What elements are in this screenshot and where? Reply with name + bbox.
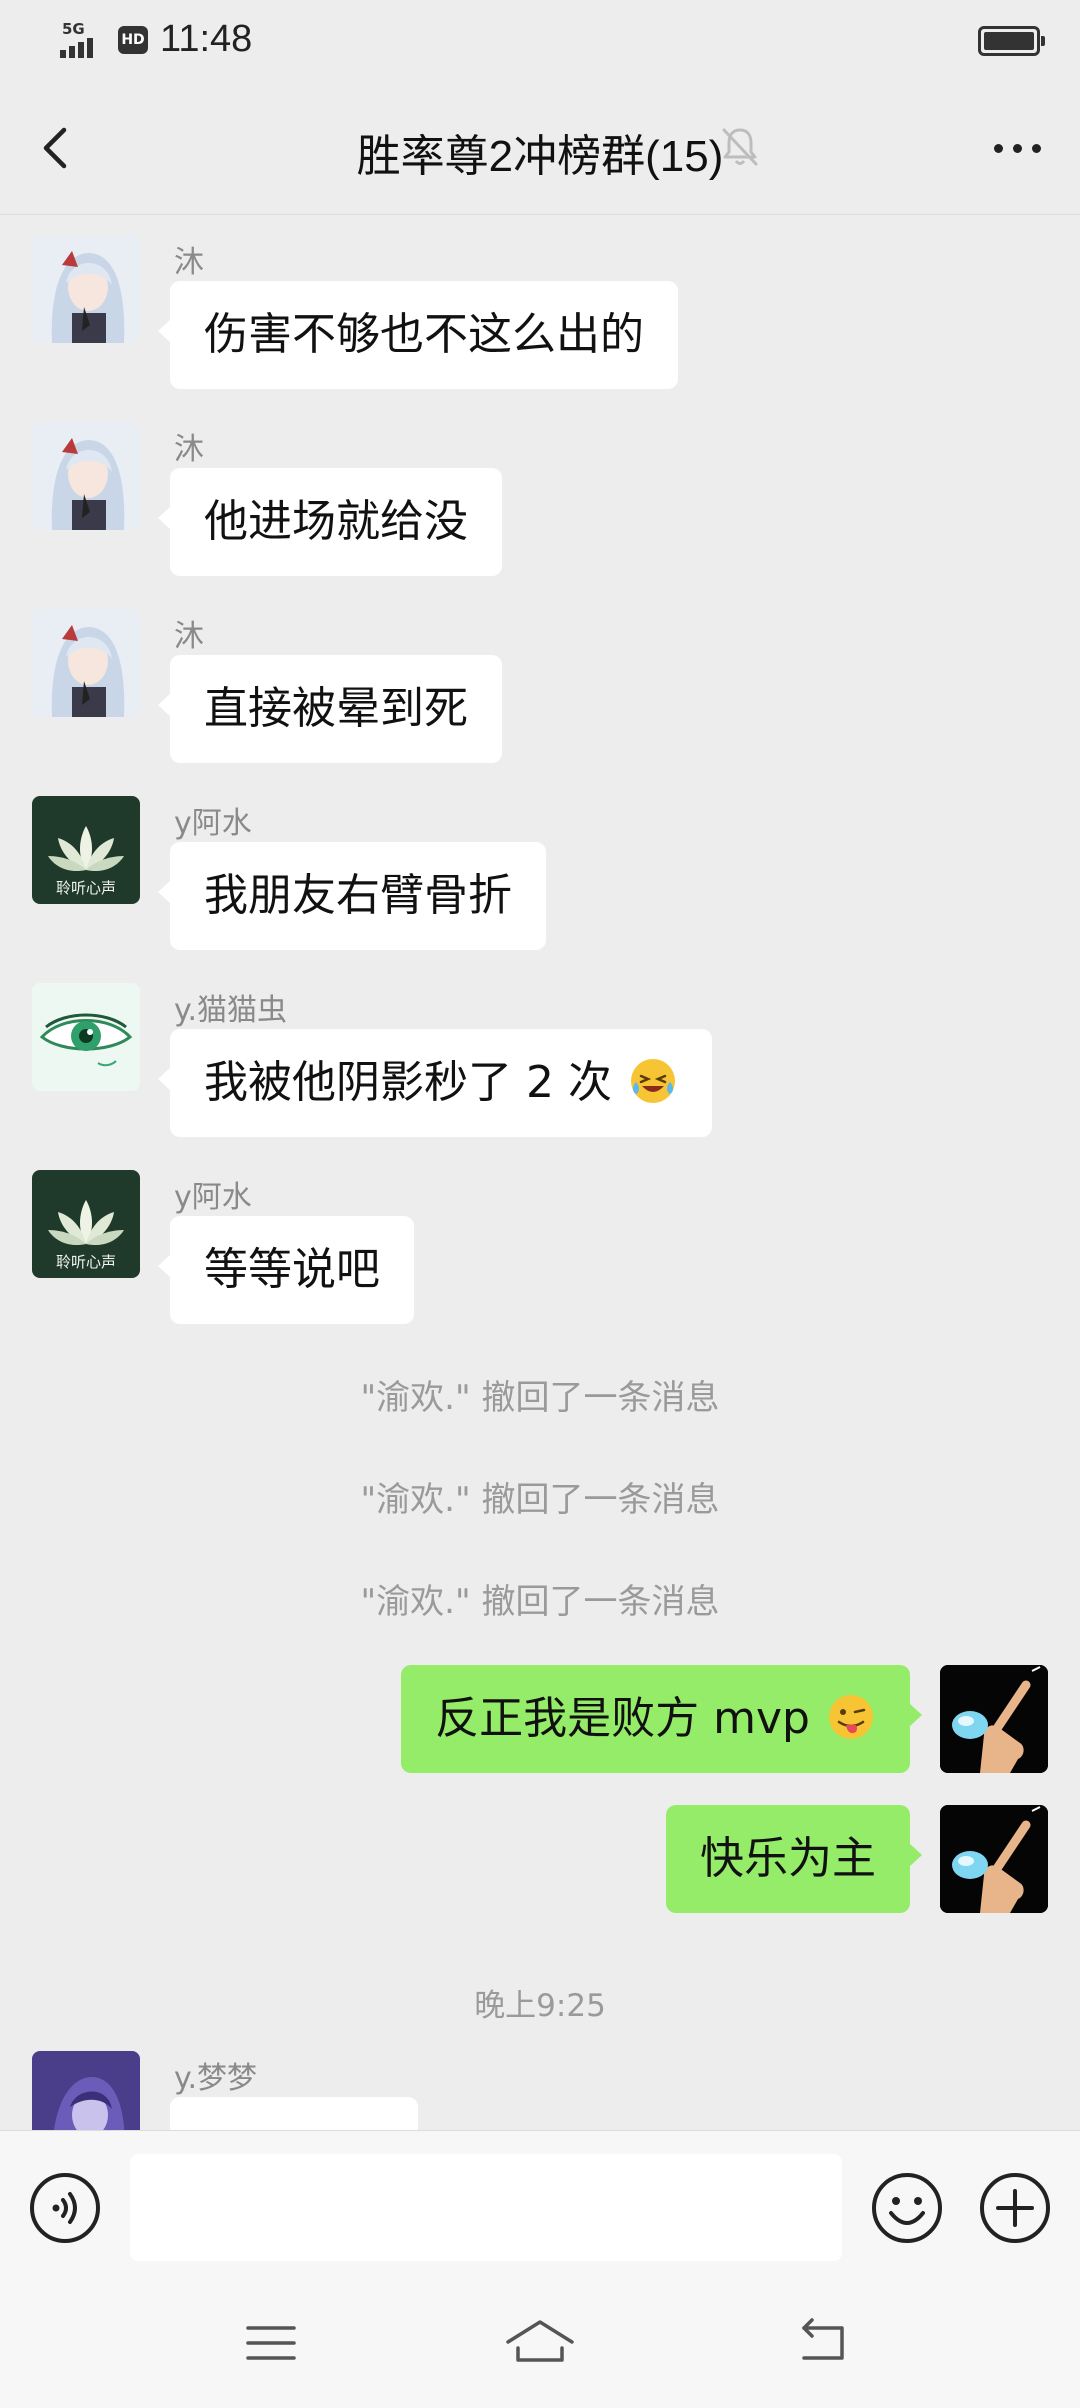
sender-name: y阿水 bbox=[174, 1180, 252, 1215]
status-time: 11:48 bbox=[160, 18, 253, 60]
system-navigation-bar bbox=[0, 2282, 1080, 2408]
message-list[interactable]: 沐 伤害不够也不这么出的 沐 他进场就给没 沐 直接被晕到死 聆听心声 y阿水 … bbox=[0, 215, 1080, 2130]
outgoing-message-item: 反正我是败方 mvp bbox=[348, 1665, 1048, 1773]
sender-name: y.猫猫虫 bbox=[174, 993, 288, 1028]
avatar-caption: 聆听心声 bbox=[55, 1253, 116, 1271]
avatar[interactable]: 聆听心声 bbox=[32, 1170, 140, 1278]
sender-name: 沐 bbox=[174, 245, 204, 280]
home-button[interactable] bbox=[500, 2312, 580, 2372]
message-text: 快乐为主 bbox=[700, 1833, 876, 1884]
my-avatar[interactable] bbox=[940, 1665, 1048, 1773]
mute-bell-icon bbox=[722, 128, 758, 166]
timestamp-divider: 晚上9:25 bbox=[474, 1988, 606, 2024]
voice-input-button[interactable] bbox=[28, 2171, 102, 2245]
sender-name: y阿水 bbox=[174, 806, 252, 841]
avatar[interactable] bbox=[32, 983, 140, 1091]
battery-icon bbox=[978, 26, 1045, 56]
more-functions-button[interactable] bbox=[978, 2171, 1052, 2245]
message-bubble[interactable]: 伤害不够也不这么出的 bbox=[158, 281, 678, 389]
home-icon bbox=[506, 2320, 574, 2362]
hand-avatar-icon bbox=[940, 1805, 1048, 1913]
my-avatar[interactable] bbox=[940, 1805, 1048, 1913]
message-text: 我朋友右臂骨折 bbox=[204, 870, 512, 921]
message-bubble[interactable]: 我被他阴影秒了 2 次 bbox=[158, 1029, 712, 1137]
status-bar-left: 5G HD 11:48 bbox=[60, 18, 252, 61]
avatar-caption: 聆听心声 bbox=[55, 879, 116, 897]
message-bubble[interactable]: 直接被晕到死 bbox=[158, 655, 502, 763]
anime-girl-avatar-icon bbox=[32, 422, 140, 530]
voice-icon bbox=[30, 2173, 100, 2243]
message-bubble[interactable]: 等等说吧 bbox=[158, 1216, 414, 1324]
sender-name: 沐 bbox=[174, 619, 204, 654]
message-text: 反正我是败方 mvp bbox=[435, 1693, 810, 1744]
sender-name: 沐 bbox=[174, 432, 204, 467]
avatar[interactable] bbox=[32, 235, 140, 343]
outgoing-message-bubble[interactable]: 反正我是败方 mvp bbox=[401, 1665, 922, 1773]
input-bar bbox=[0, 2130, 1080, 2282]
chat-title: 胜率尊2冲榜群(15) bbox=[356, 132, 724, 181]
system-back-button[interactable] bbox=[794, 2314, 856, 2370]
chat-header: 胜率尊2冲榜群(15) bbox=[0, 80, 1080, 215]
more-options-button[interactable] bbox=[982, 128, 1052, 168]
avatar[interactable] bbox=[32, 2051, 140, 2130]
message-text: 等等说吧 bbox=[204, 1244, 380, 1295]
message-text: 伤害不够也不这么出的 bbox=[204, 309, 644, 360]
chat-screen: 5G HD 11:48 胜率尊2冲榜群(15) 沐 伤害不够也不这么出的 沐 他… bbox=[0, 0, 1080, 2408]
return-arrow-icon bbox=[802, 2318, 844, 2360]
recent-apps-button[interactable] bbox=[242, 2318, 300, 2368]
green-eye-avatar-icon bbox=[32, 983, 140, 1091]
hand-avatar-icon bbox=[940, 1665, 1048, 1773]
message-text: 直接被晕到死 bbox=[204, 683, 468, 734]
outgoing-message-bubble[interactable]: 快乐为主 bbox=[666, 1805, 922, 1913]
sender-name: y.梦梦 bbox=[174, 2061, 258, 2096]
message-input[interactable] bbox=[130, 2154, 842, 2261]
message-bubble[interactable]: 他进场就给没 bbox=[158, 468, 502, 576]
emoji-button[interactable] bbox=[870, 2171, 944, 2245]
recall-notice: "渝欢." 撤回了一条消息 bbox=[360, 1480, 720, 1520]
message-text: 他进场就给没 bbox=[204, 496, 468, 547]
purple-character-avatar-icon bbox=[32, 2051, 140, 2130]
plus-icon bbox=[980, 2173, 1050, 2243]
hd-icon: HD bbox=[118, 25, 148, 54]
menu-icon bbox=[246, 2326, 296, 2360]
smiley-icon bbox=[872, 2173, 942, 2243]
anime-girl-avatar-icon bbox=[32, 609, 140, 717]
status-bar: 5G HD 11:48 bbox=[0, 0, 1080, 80]
network-type: 5G bbox=[62, 19, 85, 38]
recall-notice: "渝欢." 撤回了一条消息 bbox=[360, 1582, 720, 1622]
avatar[interactable] bbox=[32, 609, 140, 717]
message-text: 我被他阴影秒了 2 次 bbox=[204, 1057, 612, 1108]
winking-tongue-emoji-icon bbox=[829, 1695, 873, 1739]
laughing-crying-emoji-icon bbox=[630, 1059, 675, 1103]
avatar[interactable]: 聆听心声 bbox=[32, 796, 140, 904]
outgoing-message-item: 快乐为主 bbox=[548, 1805, 1048, 1913]
anime-girl-avatar-icon bbox=[32, 235, 140, 343]
recall-notice: "渝欢." 撤回了一条消息 bbox=[360, 1378, 720, 1418]
message-bubble[interactable]: 我朋友右臂骨折 bbox=[158, 842, 546, 950]
message-bubble[interactable] bbox=[170, 2097, 418, 2130]
signal-icon: 5G bbox=[60, 20, 106, 60]
avatar[interactable] bbox=[32, 422, 140, 530]
